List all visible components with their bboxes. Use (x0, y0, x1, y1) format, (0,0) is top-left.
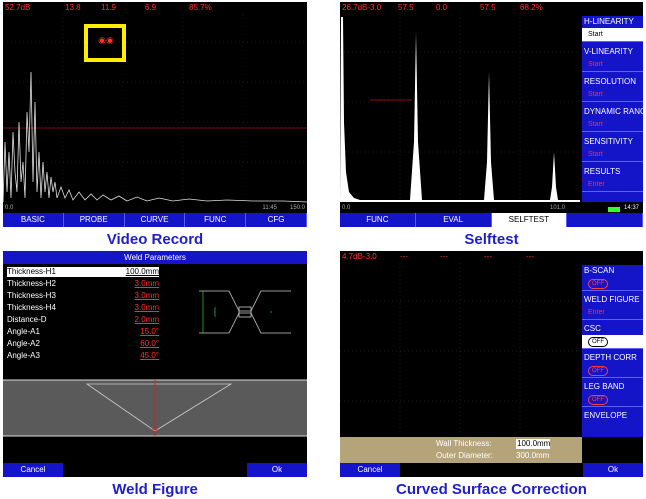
weld-figure-caption: Weld Figure (112, 481, 198, 498)
resolution-label: RESOLUTION (584, 77, 637, 86)
weld-figure-enter[interactable]: Enter (582, 306, 643, 320)
tab-func[interactable]: FUNC (340, 213, 416, 227)
curved-surface-caption: Curved Surface Correction (396, 481, 587, 498)
tab-bar: BASIC PROBE CURVE FUNC CFG (3, 213, 307, 227)
cancel-button[interactable]: Cancel (340, 463, 400, 477)
wall-thickness-field[interactable]: 100.0mm (516, 439, 550, 449)
wall-thickness-label: Wall Thickness: (436, 439, 492, 448)
tab-selftest[interactable]: SELFTEST (491, 213, 568, 227)
tab-func[interactable]: FUNC (185, 213, 247, 227)
axis-right-label: 101.0 (550, 205, 566, 211)
axis-left-label: 0.0 (5, 205, 14, 211)
clock-readout: 11:45 (262, 205, 277, 211)
cancel-button[interactable]: Cancel (3, 463, 63, 477)
dynamic-range-label: DYNAMIC RANGE (584, 107, 643, 116)
tab-basic[interactable]: BASIC (3, 213, 64, 227)
h-linearity-label: H-LINEARITY (584, 17, 634, 26)
selftest-caption: Selftest (464, 231, 519, 248)
csc-label: CSC (584, 324, 601, 333)
envelope-label: ENVELOPE (584, 411, 628, 420)
video-record-caption: Video Record (106, 231, 204, 248)
dynamic-range-start[interactable]: Start (582, 118, 643, 132)
csc-dialog: Wall Thickness: 100.0mm Outer Diameter: … (340, 437, 582, 463)
tab-empty (567, 213, 643, 227)
weld-diagram (3, 290, 307, 437)
a-scan-plot (340, 263, 580, 435)
selftest-panel: 26.7dB-3.0 57.5 0.0 57.5 68.2% 0.0 101.0… (340, 2, 643, 227)
outer-diameter-field[interactable]: 300.0mm (516, 451, 549, 460)
v-linearity-start[interactable]: Start (582, 58, 643, 72)
results-enter[interactable]: Enter (582, 178, 643, 192)
tab-cfg[interactable]: CFG (246, 213, 307, 227)
function-sidebar: B-SCAN OFF WELD FIGURE Enter CSC OFF DEP… (582, 265, 643, 437)
a-scan-plot (3, 14, 307, 203)
ok-button[interactable]: Ok (583, 463, 643, 477)
results-label: RESULTS (584, 167, 621, 176)
sensitivity-label: SENSITIVITY (584, 137, 633, 146)
tab-probe[interactable]: PROBE (64, 213, 125, 227)
axis-left-label: 0.0 (342, 205, 351, 211)
leg-band-toggle[interactable]: OFF (582, 393, 643, 407)
b-scan-label: B-SCAN (584, 266, 615, 275)
resolution-start[interactable]: Start (582, 88, 643, 102)
selftest-sidebar: H-LINEARITY Start V-LINEARITY Start RESO… (582, 16, 643, 202)
b-scan-toggle[interactable]: OFF (582, 277, 643, 291)
weld-figure-panel: Weld Parameters Thickness-H1 100.0mm Thic… (3, 251, 307, 477)
outer-diameter-label: Outer Diameter: (436, 451, 493, 460)
battery-icon (608, 207, 620, 212)
video-record-panel: 52.7dB 13.8 11.9 6.9 85.7% ◉◉ 0.0 150.0 … (3, 2, 307, 227)
curved-surface-panel: 4.7dB-3.0 --- --- --- --- B-SCAN OFF WEL… (340, 251, 643, 477)
video-camera-icon: ◉◉ (98, 35, 114, 45)
tab-eval[interactable]: EVAL (416, 213, 492, 227)
sensitivity-start[interactable]: Start (582, 148, 643, 162)
csc-toggle[interactable]: OFF (582, 335, 643, 349)
ok-button[interactable]: Ok (247, 463, 307, 477)
tab-bar: FUNC EVAL SELFTEST (340, 213, 643, 227)
weld-figure-label: WELD FIGURE (584, 295, 640, 304)
tab-curve[interactable]: CURVE (125, 213, 186, 227)
leg-band-label: LEG BAND (584, 382, 625, 391)
v-linearity-label: V-LINEARITY (584, 47, 633, 56)
h-linearity-start[interactable]: Start (582, 28, 643, 42)
depth-corr-toggle[interactable]: OFF (582, 364, 643, 378)
clock-readout: 14:37 (623, 205, 639, 211)
axis-right-label: 150.0 (289, 205, 305, 211)
a-scan-plot (340, 14, 580, 202)
depth-corr-label: DEPTH CORR (584, 353, 637, 362)
